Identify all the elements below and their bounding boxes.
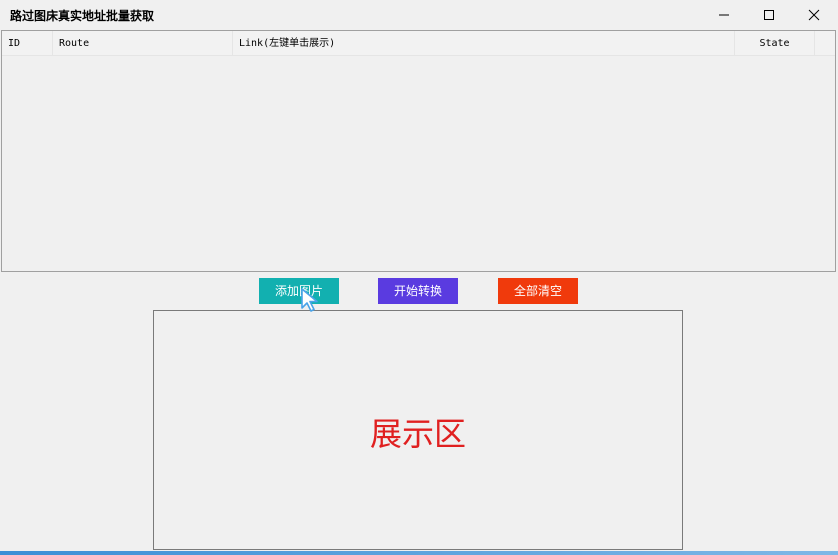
close-button[interactable] — [791, 0, 836, 30]
column-header-filler — [815, 31, 835, 55]
display-area: 展示区 — [153, 310, 683, 550]
file-list-view[interactable]: ID Route Link(左键单击展示) State — [1, 30, 836, 272]
close-icon — [808, 9, 819, 21]
maximize-button[interactable] — [746, 0, 791, 30]
window-title: 路过图床真实地址批量获取 — [10, 9, 155, 23]
add-images-button[interactable]: 添加图片 — [259, 278, 339, 304]
clear-all-button[interactable]: 全部清空 — [498, 278, 578, 304]
maximize-icon — [763, 10, 774, 20]
column-header-link[interactable]: Link(左键单击展示) — [233, 31, 735, 55]
start-convert-button[interactable]: 开始转换 — [378, 278, 458, 304]
list-header: ID Route Link(左键单击展示) State — [2, 31, 835, 56]
window-bottom-border — [0, 551, 838, 555]
title-bar: 路过图床真实地址批量获取 — [0, 0, 838, 30]
minimize-button[interactable] — [701, 0, 746, 30]
minimize-icon — [718, 14, 729, 16]
column-header-state[interactable]: State — [735, 31, 815, 55]
column-header-id[interactable]: ID — [2, 31, 53, 55]
mouse-cursor-icon — [301, 288, 318, 312]
column-header-route[interactable]: Route — [53, 31, 233, 55]
display-area-label: 展示区 — [369, 415, 466, 453]
